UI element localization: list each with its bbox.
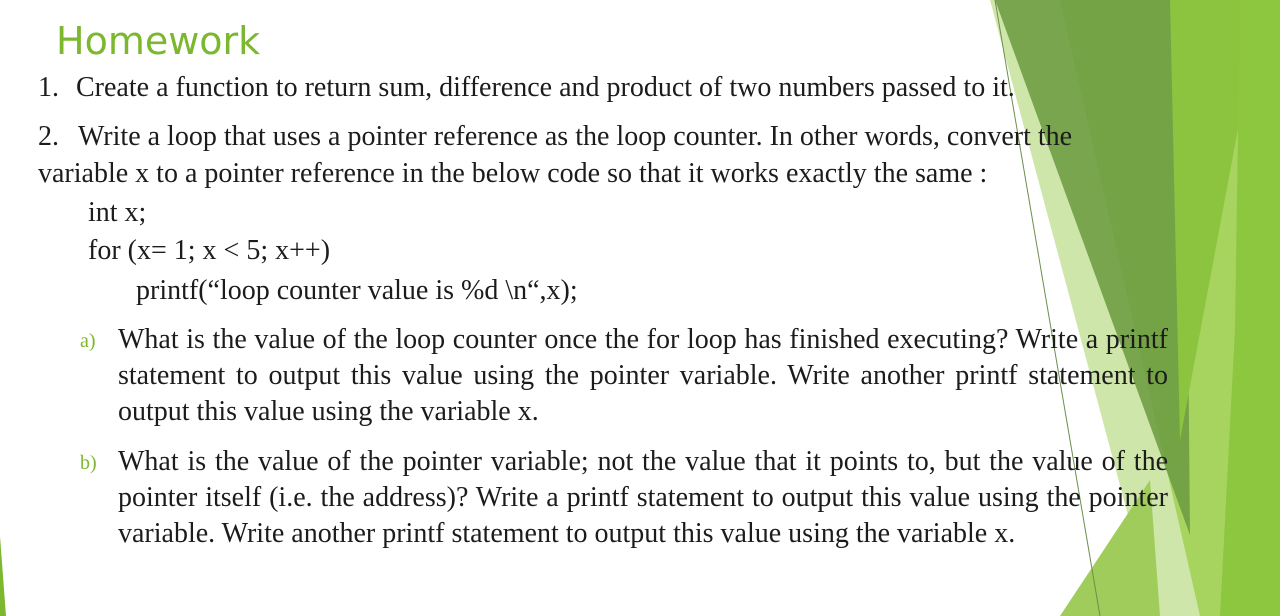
page-title: Homework xyxy=(56,19,261,63)
homework-content: 1. Create a function to return sum, diff… xyxy=(0,0,1280,616)
item-1-text: Create a function to return sum, differe… xyxy=(76,72,1015,103)
subitem-a-text: What is the value of the loop counter on… xyxy=(118,324,1168,427)
item-2-text-line1: Write a loop that uses a pointer referen… xyxy=(78,121,1073,152)
code-line-2: for (x= 1; x < 5; x++) xyxy=(88,235,331,266)
code-line-1: int x; xyxy=(88,197,147,228)
item-2-text-line2: variable x to a pointer reference in the… xyxy=(38,158,988,189)
item-1-number: 1. xyxy=(38,72,59,103)
subitem-a-marker: a) xyxy=(80,330,96,352)
subitem-b-text: What is the value of the pointer variabl… xyxy=(118,446,1168,549)
item-2-number: 2. xyxy=(38,121,59,152)
subitem-b-marker: b) xyxy=(80,452,97,474)
code-line-3: printf(“loop counter value is %d \n“,x); xyxy=(136,275,578,306)
